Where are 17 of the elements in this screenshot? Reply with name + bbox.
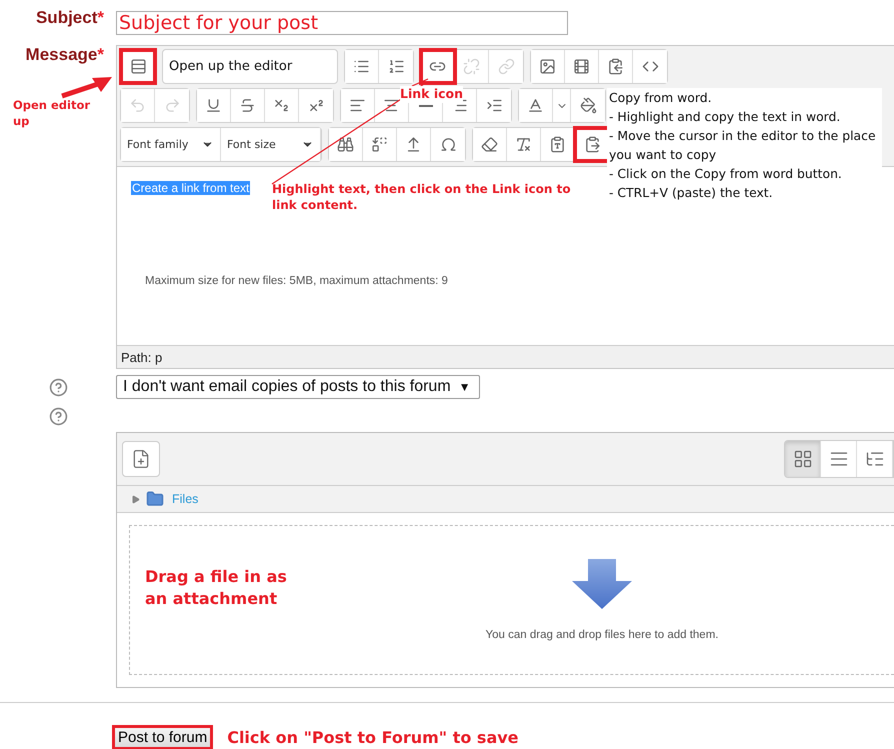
annotation-note: Highlight text, then click on the Link icon to link content. (272, 181, 571, 214)
path-text: Path: p (121, 350, 162, 364)
subject-label: Subject* (36, 8, 104, 28)
font-dropdown[interactable]: Font family (121, 128, 221, 161)
annotation-note: Click on "Post to Forum" to save (227, 726, 519, 748)
file-limits-text: Maximum size for new files: 5MB, maximum attachments: 9 (145, 275, 449, 287)
drop-hint: You can drag and drop files here to add them. (486, 629, 718, 641)
editor-text: Create a link from text (131, 181, 250, 195)
message-label: Message* (26, 45, 104, 65)
post-button[interactable]: Post to forum (112, 725, 214, 749)
annotation-note: Open editor up (13, 98, 90, 130)
subscription-select[interactable]: I don't want email copies of posts to this forum ▼ (116, 375, 480, 399)
annotation-tooltip: Link icon (400, 86, 463, 103)
annotation-note: Drag a file in as an attachment (145, 566, 287, 610)
annotation-note: Open up the editor (168, 58, 294, 76)
annotation-note: Copy from word. - Highlight and copy the text in word. - Move the cursor in the editor to the place you want to copy - Click on the Copy from word button. - CTRL+V (paste) the text. (607, 88, 882, 202)
subject-field[interactable]: Subject for your post (116, 11, 568, 35)
